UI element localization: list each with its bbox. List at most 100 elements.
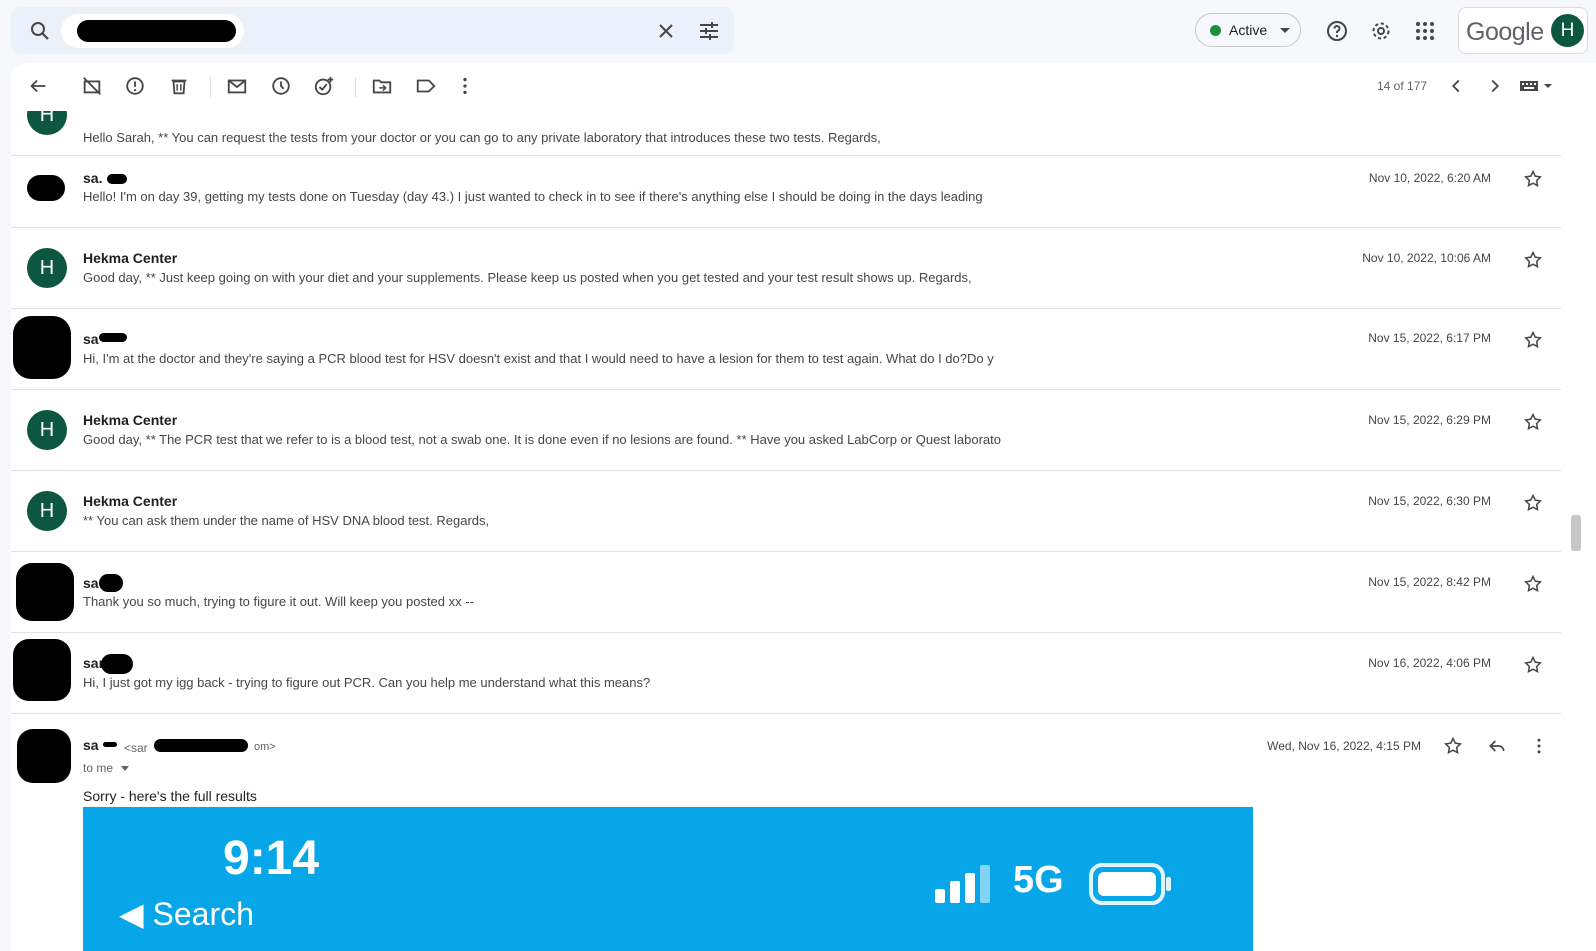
thread-list: H Hello Sarah, ** You can request the te… [11, 111, 1571, 951]
message-date: Wed, Nov 16, 2022, 4:15 PM [1267, 739, 1421, 753]
message-date: Nov 10, 2022, 6:20 AM [1368, 171, 1491, 185]
message-row[interactable]: sar Hi, I just got my igg back - trying … [11, 633, 1561, 714]
toolbar-divider [355, 77, 356, 97]
chevron-down-icon [1280, 28, 1290, 33]
account-switcher[interactable]: Google H [1458, 7, 1588, 54]
add-task-icon[interactable] [313, 75, 335, 97]
star-icon[interactable] [1523, 655, 1543, 675]
message-row[interactable]: H Hekma Center Good day, ** The PCR test… [11, 390, 1561, 471]
sender-avatar: H [27, 410, 67, 450]
message-row[interactable]: H Hekma Center Good day, ** Just keep go… [11, 228, 1561, 309]
sender-name: Hekma Center [83, 250, 178, 266]
star-icon[interactable] [1443, 736, 1463, 756]
message-date: Nov 15, 2022, 6:30 PM [1368, 494, 1491, 508]
message-date: Nov 16, 2022, 4:06 PM [1368, 656, 1491, 670]
message-panel: 14 of 177 H Hello Sarah, ** You can requ… [11, 63, 1596, 951]
sender-name: Hekma Center [83, 493, 178, 509]
message-snippet: Good day, ** Just keep going on with you… [83, 270, 972, 285]
phone-clock: 9:14 [223, 832, 320, 885]
signal-bars-icon [935, 865, 990, 903]
message-snippet: ** You can ask them under the name of HS… [83, 513, 490, 528]
sender-email-suffix: om> [254, 741, 276, 753]
top-bar: Active Google H [0, 0, 1596, 62]
message-row[interactable]: sa Thank you so much, trying to figure i… [11, 552, 1561, 633]
more-vert-icon[interactable] [1529, 736, 1549, 756]
toolbar-divider [210, 77, 211, 97]
message-snippet: Hello Sarah, ** You can request the test… [83, 130, 881, 145]
archive-off-icon[interactable] [81, 75, 103, 97]
redacted-avatar [27, 175, 65, 201]
sender-avatar: H [27, 491, 67, 531]
pagination-count: 14 of 177 [1377, 79, 1428, 93]
reply-icon[interactable] [1487, 736, 1507, 756]
message-row[interactable]: sa. Hello! I'm on day 39, getting my tes… [11, 147, 1561, 228]
sender-avatar: H [27, 111, 67, 135]
message-row[interactable]: sa Hi, I'm at the doctor and they're say… [11, 309, 1561, 390]
recipient-label[interactable]: to me [83, 761, 113, 775]
sender-email-prefix: <sar [124, 741, 148, 755]
search-input[interactable] [61, 14, 244, 48]
apps-grid-icon[interactable] [1413, 19, 1437, 43]
battery-icon [1089, 863, 1171, 905]
scrollbar-thumb[interactable] [1571, 515, 1581, 551]
redacted-avatar [17, 729, 71, 783]
redacted-avatar [13, 316, 71, 379]
star-icon[interactable] [1523, 493, 1543, 513]
mark-unread-icon[interactable] [226, 75, 248, 97]
redacted-avatar [13, 639, 71, 701]
network-type: 5G [1013, 859, 1064, 901]
search-bar[interactable] [11, 7, 734, 54]
attachment-image[interactable]: 9:14 ◀ Search 5G [83, 807, 1253, 951]
delete-icon[interactable] [168, 75, 190, 97]
redacted-name [107, 174, 127, 184]
message-snippet: Hello! I'm on day 39, getting my tests d… [83, 189, 983, 204]
more-vert-icon[interactable] [454, 75, 476, 97]
chevron-down-icon[interactable] [121, 766, 129, 771]
redacted-name [103, 742, 117, 747]
star-icon[interactable] [1523, 412, 1543, 432]
message-row[interactable]: H Hekma Center ** You can ask them under… [11, 471, 1561, 552]
message-date: Nov 10, 2022, 10:06 AM [1362, 251, 1491, 265]
input-tools-keyboard-icon[interactable] [1519, 75, 1553, 97]
redacted-avatar [16, 563, 74, 621]
status-dropdown[interactable]: Active [1195, 13, 1301, 47]
redacted-email [154, 739, 248, 752]
message-date: Nov 15, 2022, 8:42 PM [1368, 575, 1491, 589]
message-date: Nov 15, 2022, 6:17 PM [1368, 331, 1491, 345]
redacted-name [99, 333, 127, 342]
gear-icon[interactable] [1369, 19, 1393, 43]
star-icon[interactable] [1523, 169, 1543, 189]
chevron-left-icon[interactable] [1445, 75, 1467, 97]
help-icon[interactable] [1325, 19, 1349, 43]
sender-name: Hekma Center [83, 412, 178, 428]
chevron-right-icon[interactable] [1484, 75, 1506, 97]
message-snippet: Hi, I'm at the doctor and they're saying… [83, 351, 994, 366]
message-snippet: Good day, ** The PCR test that we refer … [83, 432, 1001, 447]
redacted-name [101, 654, 133, 674]
phone-back-label: ◀ Search [119, 896, 254, 932]
message-snippet: Hi, I just got my igg back - trying to f… [83, 675, 651, 690]
account-avatar[interactable]: H [1551, 14, 1584, 47]
status-dot [1210, 25, 1221, 36]
tune-icon[interactable] [697, 19, 721, 43]
back-arrow-icon[interactable] [27, 75, 49, 97]
sender-name: sa. [83, 170, 103, 186]
redacted-name [99, 574, 123, 592]
snooze-clock-icon[interactable] [270, 75, 292, 97]
label-icon[interactable] [415, 75, 437, 97]
star-icon[interactable] [1523, 574, 1543, 594]
google-logo: Google [1466, 18, 1544, 46]
sender-name: sa [83, 575, 99, 591]
status-label: Active [1229, 22, 1268, 38]
message-body: Sorry - here's the full results [83, 788, 257, 804]
report-spam-icon[interactable] [124, 75, 146, 97]
move-to-folder-icon[interactable] [371, 75, 393, 97]
sender-name: sa [83, 737, 99, 753]
close-icon[interactable] [654, 19, 678, 43]
message-date: Nov 15, 2022, 6:29 PM [1368, 413, 1491, 427]
search-icon[interactable] [28, 19, 52, 43]
star-icon[interactable] [1523, 330, 1543, 350]
redacted-query [77, 20, 236, 42]
message-toolbar: 14 of 177 [11, 63, 1596, 111]
star-icon[interactable] [1523, 250, 1543, 270]
